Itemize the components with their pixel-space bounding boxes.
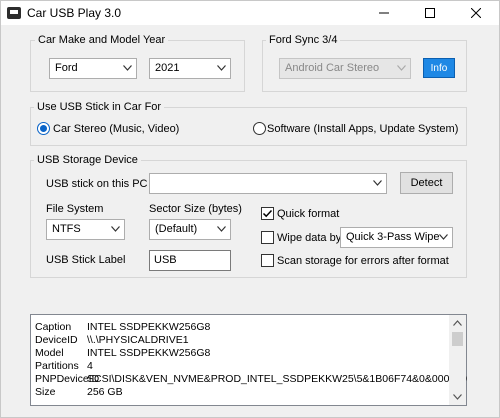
car-stereo-radio[interactable] — [37, 122, 50, 135]
wipe-data-checkbox[interactable] — [261, 231, 274, 244]
usage-group-label: Use USB Stick in Car For — [34, 101, 165, 113]
chevron-down-icon — [439, 234, 448, 240]
chevron-down-icon[interactable] — [453, 394, 462, 400]
sector-size-value: (Default) — [155, 223, 198, 235]
chevron-down-icon — [373, 180, 382, 186]
chevron-down-icon — [111, 226, 120, 232]
software-radio[interactable] — [253, 122, 266, 135]
wipe-method-value: Quick 3-Pass Wipe — [346, 231, 440, 243]
usb-stick-select[interactable] — [149, 173, 387, 194]
chevron-down-icon — [397, 65, 406, 71]
info-button[interactable]: Info — [423, 58, 455, 78]
detect-button[interactable]: Detect — [400, 172, 453, 194]
software-label: Software (Install Apps, Update System) — [267, 123, 459, 135]
chevron-down-icon — [123, 65, 132, 71]
chevron-down-icon — [217, 65, 226, 71]
checkmark-icon — [262, 209, 273, 218]
scan-errors-checkbox[interactable] — [261, 254, 274, 267]
device-info-box[interactable]: Caption INTEL SSDPEKKW256G8 DeviceID \\.\P… — [30, 314, 467, 406]
info-row: DeviceID \\.\PHYSICALDRIVE1 — [35, 334, 189, 346]
close-icon — [471, 8, 481, 18]
ford-sync-group-label: Ford Sync 3/4 — [266, 34, 341, 46]
info-row: Model INTEL SSDPEKKW256G8 — [35, 347, 211, 359]
title-bar: Car USB Play 3.0 — [1, 1, 499, 25]
car-stereo-label: Car Stereo (Music, Video) — [53, 123, 180, 135]
minimize-icon — [379, 12, 389, 14]
quick-format-label: Quick format — [277, 208, 340, 220]
file-system-label: File System — [46, 203, 104, 215]
chevron-down-icon — [217, 226, 226, 232]
usb-stick-label: USB stick on this PC — [46, 178, 148, 190]
scan-errors-label: Scan storage for errors after format — [277, 255, 449, 267]
chevron-up-icon[interactable] — [453, 320, 462, 326]
info-scrollbar[interactable] — [449, 315, 466, 405]
quick-format-checkbox[interactable] — [261, 207, 274, 220]
sector-size-label: Sector Size (bytes) — [149, 203, 242, 215]
car-model-group-label: Car Make and Model Year — [35, 34, 169, 46]
usb-storage-group-label: USB Storage Device — [34, 154, 141, 166]
car-year-value: 2021 — [155, 62, 180, 74]
scrollbar-thumb[interactable] — [452, 332, 463, 346]
car-make-value: Ford — [55, 62, 78, 74]
info-row: Caption INTEL SSDPEKKW256G8 — [35, 321, 211, 333]
close-button[interactable] — [453, 1, 499, 25]
usb-stick-label-input[interactable]: USB — [149, 250, 231, 271]
window-title: Car USB Play 3.0 — [27, 6, 122, 20]
wipe-data-label: Wipe data by — [277, 232, 342, 244]
wipe-method-select[interactable]: Quick 3-Pass Wipe — [340, 227, 453, 248]
car-make-select[interactable]: Ford — [49, 58, 137, 79]
info-row: PNPDeviceIDSCSI\DISK&VEN_NVME&PROD_INTEL… — [35, 373, 467, 385]
file-system-select[interactable]: NTFS — [46, 219, 125, 240]
usb-stick-label-label: USB Stick Label — [46, 254, 126, 266]
sync-mode-select[interactable]: Android Car Stereo — [279, 58, 411, 79]
maximize-icon — [425, 8, 435, 18]
sync-mode-value: Android Car Stereo — [285, 62, 380, 74]
usb-app-icon — [7, 7, 21, 19]
car-year-select[interactable]: 2021 — [149, 58, 231, 79]
info-row: Partitions 4 — [35, 360, 93, 372]
sector-size-select[interactable]: (Default) — [149, 219, 231, 240]
maximize-button[interactable] — [407, 1, 453, 25]
file-system-value: NTFS — [52, 223, 81, 235]
app-window: Car USB Play 3.0 Car Make and Model Year… — [0, 0, 500, 418]
minimize-button[interactable] — [361, 1, 407, 25]
info-row: Size 256 GB — [35, 386, 123, 398]
